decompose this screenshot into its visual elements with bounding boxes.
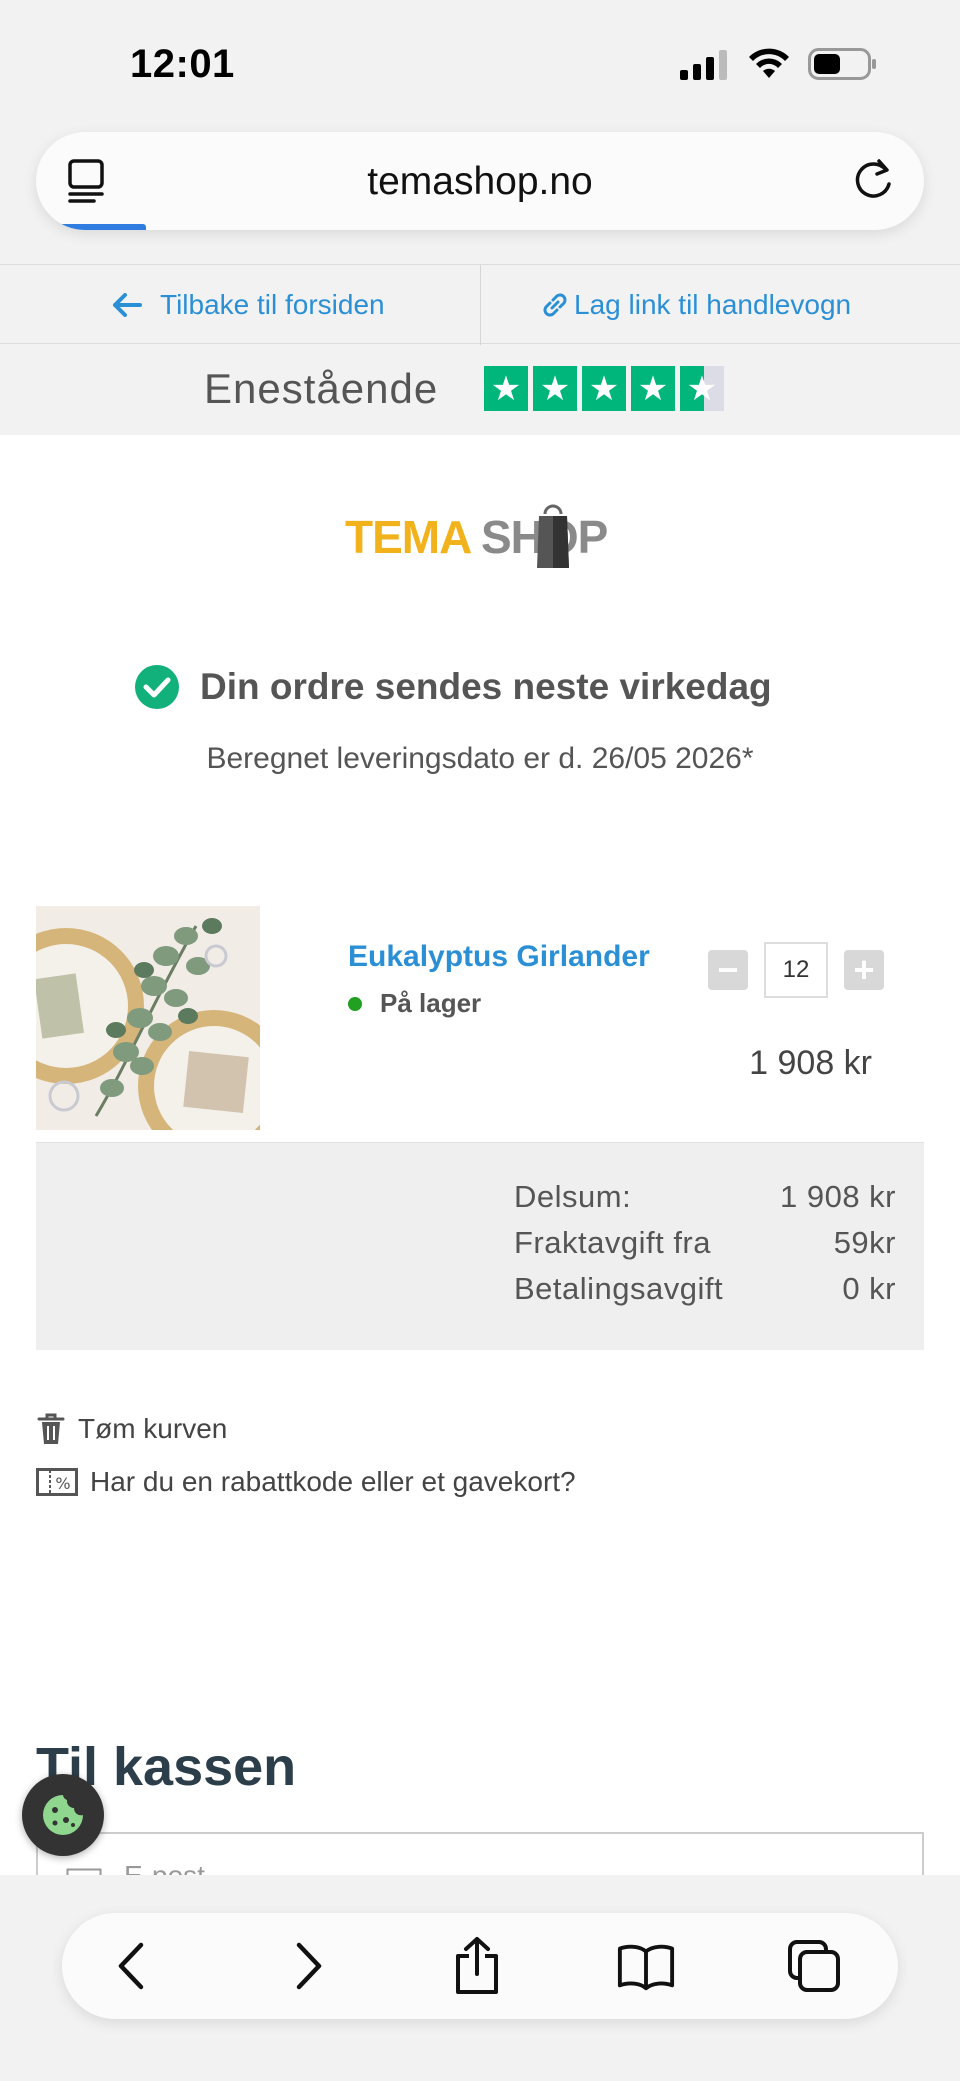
browser-bottom-bar <box>0 1875 960 2081</box>
check-circle-icon <box>135 665 179 709</box>
stock-label: På lager <box>380 988 482 1018</box>
cart-link-label: Lag link til handlevogn <box>574 289 852 320</box>
eucalyptus-photo <box>36 906 260 1130</box>
share-button[interactable] <box>447 1936 507 1996</box>
payment-fee-value: 0 kr <box>842 1271 896 1306</box>
logo-tema: TEMA <box>345 511 472 563</box>
shipping-headline: Din ordre sendes neste virkedag <box>200 666 772 707</box>
forward-button[interactable] <box>278 1936 338 1996</box>
coupon-icon: % <box>36 1468 78 1496</box>
totals-row-payment-fee: Betalingsavgift 0 kr <box>514 1271 896 1307</box>
totals-row-subtotal: Delsum: 1 908 kr <box>514 1179 896 1215</box>
cellular-signal-icon <box>680 50 727 80</box>
totals-row-shipping: Fraktavgift fra 59kr <box>514 1225 896 1261</box>
svg-text:%: % <box>55 1474 70 1493</box>
quantity-stepper: − 12 + <box>708 942 884 998</box>
rating-stars[interactable]: ★ ★ ★ ★ ★ <box>484 366 729 411</box>
shipping-fee-label: Fraktavgift fra <box>514 1225 711 1260</box>
tabs-icon <box>788 1940 840 1992</box>
back-to-home-label: Tilbake til forsiden <box>160 289 385 320</box>
discount-code-label: Har du en rabattkode eller et gavekort? <box>90 1466 576 1497</box>
book-icon <box>617 1944 675 1991</box>
subtotal-label: Delsum: <box>514 1179 632 1214</box>
temashop-logo[interactable]: TEMA SHOP <box>345 500 615 572</box>
payment-fee-label: Betalingsavgift <box>514 1271 724 1306</box>
page-load-progress <box>36 224 146 230</box>
subtotal-value: 1 908 kr <box>779 1179 896 1214</box>
empty-cart-button[interactable]: Tøm kurven <box>36 1412 227 1446</box>
trustpilot-rating[interactable]: Enestående <box>0 345 960 435</box>
cookie-icon <box>43 1795 83 1835</box>
delivery-date: Beregnet leveringsdato er d. 26/05 2026* <box>206 742 754 775</box>
wifi-icon <box>749 48 789 78</box>
shopping-bag-icon <box>537 504 569 568</box>
reload-icon[interactable] <box>848 156 898 206</box>
empty-cart-label: Tøm kurven <box>78 1413 228 1444</box>
increase-quantity-button[interactable]: + <box>844 950 884 990</box>
trash-icon <box>37 1413 65 1444</box>
arrow-left-icon <box>113 293 142 317</box>
browser-toolbar <box>62 1913 898 2019</box>
share-icon <box>456 1937 498 1994</box>
discount-code-button[interactable]: % Har du en rabattkode eller et gavekort… <box>36 1466 576 1498</box>
shipping-fee-value: 59kr <box>833 1225 896 1260</box>
cookie-settings-button[interactable] <box>22 1774 104 1856</box>
url-text[interactable]: temashop.no <box>36 160 924 204</box>
star-icon: ★ <box>533 366 577 411</box>
link-icon <box>543 293 567 317</box>
rating-label: Enestående <box>204 365 439 412</box>
tabs-button[interactable] <box>784 1936 844 1996</box>
chevron-left-icon <box>118 1942 144 1990</box>
back-to-home-link[interactable]: Tilbake til forsiden <box>112 283 385 327</box>
shipping-notice: Din ordre sendes neste virkedag <box>134 664 772 710</box>
quantity-input[interactable]: 12 <box>764 942 828 998</box>
nav-divider <box>480 265 481 345</box>
battery-icon <box>808 48 876 80</box>
product-name-link[interactable]: Eukalyptus Girlander <box>348 940 650 974</box>
star-icon: ★ <box>631 366 675 411</box>
cart-link-button[interactable]: Lag link til handlevogn <box>540 283 851 327</box>
status-time: 12:01 <box>130 42 235 86</box>
star-icon: ★ <box>484 366 528 411</box>
star-icon: ★ <box>582 366 626 411</box>
back-button[interactable] <box>102 1936 162 1996</box>
order-totals: Delsum: 1 908 kr Fraktavgift fra 59kr Be… <box>36 1142 924 1350</box>
line-item-price: 1 908 kr <box>749 1044 872 1082</box>
stock-status: På lager <box>348 988 481 1019</box>
bookmarks-button[interactable] <box>616 1936 676 1996</box>
cart-nav: Tilbake til forsiden Lag link til handle… <box>0 264 960 345</box>
decrease-quantity-button[interactable]: − <box>708 950 748 990</box>
half-star-icon: ★ <box>680 366 724 411</box>
in-stock-dot-icon <box>348 996 362 1011</box>
status-bar: 12:01 <box>0 0 960 130</box>
address-bar[interactable]: temashop.no <box>36 132 924 230</box>
chevron-right-icon <box>296 1942 322 1990</box>
product-image[interactable] <box>36 906 260 1130</box>
